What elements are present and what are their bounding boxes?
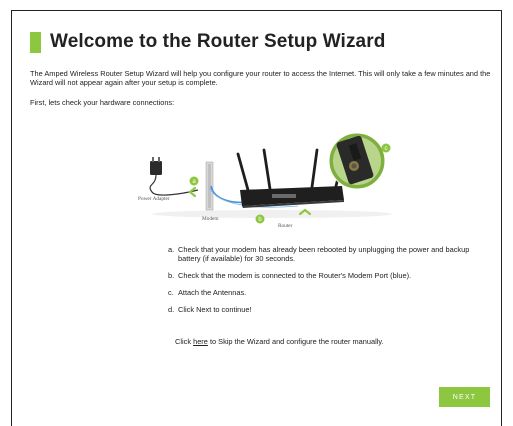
step-letter: b. bbox=[168, 271, 175, 280]
power-adapter-icon bbox=[149, 157, 199, 196]
step-letter: a. bbox=[168, 245, 175, 254]
step-text: Click Next to continue! bbox=[178, 305, 252, 314]
router-icon bbox=[236, 148, 346, 208]
modem-label: Modem bbox=[202, 216, 219, 222]
antenna-zoom-icon bbox=[328, 132, 386, 190]
power-adapter-label: Power Adapter bbox=[138, 196, 170, 202]
hardware-diagram: a b c bbox=[149, 132, 392, 224]
step-text: Attach the Antennas. bbox=[178, 288, 247, 297]
hardware-check-heading: First, lets check your hardware connecti… bbox=[30, 98, 175, 107]
next-button[interactable]: NEXT bbox=[439, 387, 490, 407]
hardware-illustration: a b c Power Adapter Modem Router bbox=[122, 128, 397, 232]
step-text: Check that your modem has already been r… bbox=[178, 245, 470, 263]
step-c: c. Attach the Antennas. bbox=[168, 288, 488, 297]
skip-wizard-text: Click here to Skip the Wizard and config… bbox=[175, 337, 384, 346]
router-label: Router bbox=[278, 223, 293, 229]
floor-shadow bbox=[152, 210, 392, 218]
intro-text: The Amped Wireless Router Setup Wizard w… bbox=[30, 69, 491, 87]
page-title-row: Welcome to the Router Setup Wizard bbox=[30, 31, 385, 53]
wizard-panel: Welcome to the Router Setup Wizard The A… bbox=[11, 10, 502, 426]
step-b: b. Check that the modem is connected to … bbox=[168, 271, 488, 280]
steps-list: a. Check that your modem has already bee… bbox=[168, 245, 488, 322]
callout-a-icon: a bbox=[189, 176, 199, 186]
step-a: a. Check that your modem has already bee… bbox=[168, 245, 488, 263]
callout-c-icon: c bbox=[381, 143, 391, 153]
modem-icon bbox=[205, 161, 214, 211]
svg-text:c: c bbox=[385, 146, 388, 152]
skip-prefix: Click bbox=[175, 337, 192, 346]
title-accent-bar bbox=[30, 31, 41, 53]
skip-wizard-link[interactable]: here bbox=[193, 337, 208, 346]
page-title: Welcome to the Router Setup Wizard bbox=[50, 31, 386, 52]
callout-b-icon: b bbox=[255, 214, 265, 224]
step-letter: c. bbox=[168, 288, 174, 297]
arrow-a bbox=[188, 186, 197, 198]
skip-suffix: to Skip the Wizard and configure the rou… bbox=[209, 337, 384, 346]
step-d: d. Click Next to continue! bbox=[168, 305, 488, 314]
step-letter: d. bbox=[168, 305, 175, 314]
step-text: Check that the modem is connected to the… bbox=[178, 271, 412, 280]
